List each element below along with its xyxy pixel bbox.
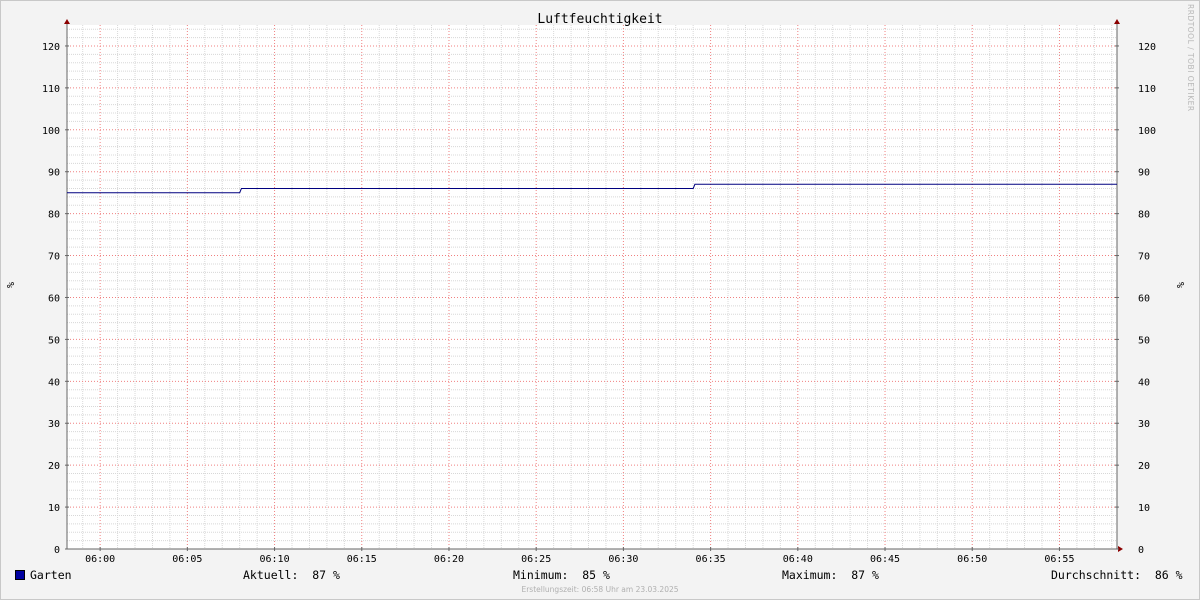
x-ticks: 06:00 06:05 06:10 06:15 06:20 06:25 06:30 06:35… bbox=[85, 554, 1074, 565]
y-tick-label-right: 60 bbox=[1138, 293, 1150, 304]
graph-window: 0 10 20 30 40 50 60 70 80 90 100 110 120 0 10 20 30 40 50… bbox=[0, 0, 1200, 600]
y-tick-label-left: 30 bbox=[48, 419, 60, 430]
y-unit-left: % bbox=[4, 282, 15, 289]
y-tick-label-right: 110 bbox=[1138, 84, 1156, 95]
y-tick-label-right: 120 bbox=[1138, 42, 1156, 53]
x-tick-label: 06:10 bbox=[260, 554, 290, 565]
y-tick-label-left: 20 bbox=[48, 461, 60, 472]
y-tick-label-left: 90 bbox=[48, 168, 60, 179]
y-ticks-left: 0 10 20 30 40 50 60 70 80 90 100 110 120 bbox=[42, 42, 60, 556]
x-tick-label: 06:15 bbox=[347, 554, 377, 565]
y-tick-label-right: 0 bbox=[1138, 545, 1144, 556]
y-tick-label-left: 10 bbox=[48, 503, 60, 514]
y-tick-label-right: 10 bbox=[1138, 503, 1150, 514]
y-ticks-right: 0 10 20 30 40 50 60 70 80 90 100 110 120 bbox=[1138, 42, 1156, 556]
y-tick-label-right: 50 bbox=[1138, 335, 1150, 346]
y-tick-label-left: 110 bbox=[42, 84, 60, 95]
y-tick-label-left: 70 bbox=[48, 252, 60, 263]
y-tick-label-right: 20 bbox=[1138, 461, 1150, 472]
y-tick-label-left: 50 bbox=[48, 335, 60, 346]
x-tick-label: 06:25 bbox=[521, 554, 551, 565]
minor-grid bbox=[67, 25, 1117, 549]
y-tick-label-left: 40 bbox=[48, 377, 60, 388]
x-tick-label: 06:20 bbox=[434, 554, 464, 565]
y-tick-label-left: 60 bbox=[48, 293, 60, 304]
plot-area bbox=[67, 25, 1117, 549]
y-tick-label-right: 70 bbox=[1138, 252, 1150, 263]
humidity-chart: 0 10 20 30 40 50 60 70 80 90 100 110 120 0 10 20 30 40 50… bbox=[42, 12, 1156, 565]
x-tick-label: 06:30 bbox=[608, 554, 638, 565]
y-tick-label-left: 100 bbox=[42, 126, 60, 137]
y-tick-label-left: 120 bbox=[42, 42, 60, 53]
x-tick-label: 06:40 bbox=[783, 554, 813, 565]
y-axis-left-arrow bbox=[64, 19, 70, 24]
y-axis-right-arrow bbox=[1114, 19, 1120, 24]
x-tick-label: 06:05 bbox=[172, 554, 202, 565]
legend-series-name: Garten bbox=[30, 568, 72, 582]
chart-title: Luftfeuchtigkeit bbox=[537, 12, 662, 27]
legend-swatch-garten bbox=[15, 570, 25, 580]
x-tick-label: 06:55 bbox=[1044, 554, 1074, 565]
y-tick-label-right: 90 bbox=[1138, 168, 1150, 179]
y-tick-label-right: 100 bbox=[1138, 126, 1156, 137]
legend-minimum: Minimum: 85 % bbox=[513, 568, 610, 582]
rrdtool-watermark: RRDTOOL / TOBI OETIKER bbox=[1186, 4, 1195, 112]
x-tick-label: 06:45 bbox=[870, 554, 900, 565]
y-tick-label-right: 30 bbox=[1138, 419, 1150, 430]
y-unit-right: % bbox=[1174, 282, 1185, 289]
creation-time-footer: Erstellungszeit: 06:58 Uhr am 23.03.2025 bbox=[521, 585, 679, 594]
x-tick-label: 06:35 bbox=[696, 554, 726, 565]
y-tick-label-left: 0 bbox=[54, 545, 60, 556]
x-tick-label: 06:00 bbox=[85, 554, 115, 565]
y-tick-label-right: 40 bbox=[1138, 377, 1150, 388]
y-tick-label-left: 80 bbox=[48, 210, 60, 221]
legend-maximum: Maximum: 87 % bbox=[782, 568, 879, 582]
y-tick-label-right: 80 bbox=[1138, 210, 1150, 221]
legend-aktuell: Aktuell: 87 % bbox=[243, 568, 340, 582]
x-tick-label: 06:50 bbox=[957, 554, 987, 565]
legend-durchschnitt: Durchschnitt: 86 % bbox=[1051, 568, 1183, 582]
